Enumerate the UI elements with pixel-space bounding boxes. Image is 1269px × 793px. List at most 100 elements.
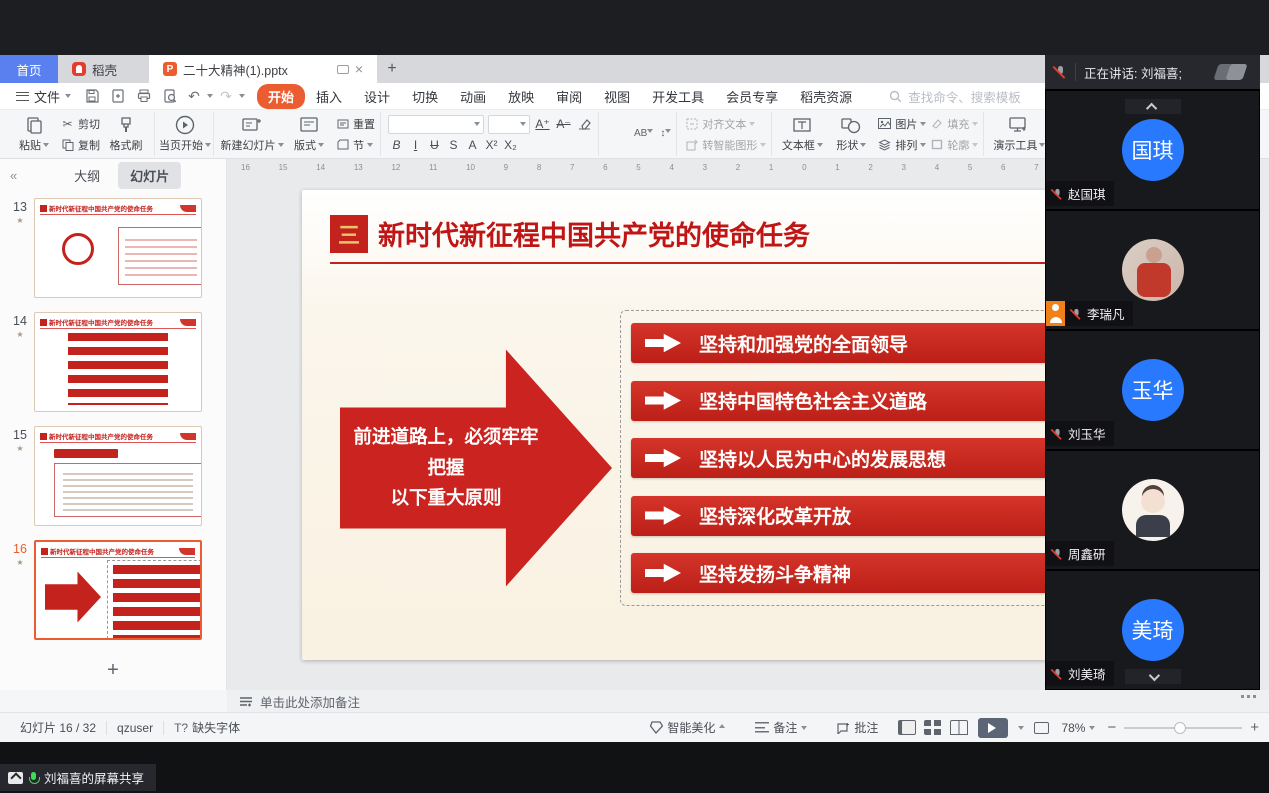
slide-sorter-view-button[interactable] [924, 720, 942, 735]
ribbon-tab[interactable]: 开始 [257, 84, 305, 109]
zoom-in-button[interactable]: + [1250, 719, 1259, 736]
tab-document[interactable]: P 二十大精神(1).pptx × [149, 55, 377, 83]
close-tab-icon[interactable]: × [355, 61, 363, 77]
clear-format-button[interactable] [576, 116, 593, 133]
cut-button[interactable]: ✂剪切 [60, 115, 100, 133]
font-style-button[interactable]: U [426, 137, 443, 154]
slideshow-play-button[interactable] [978, 718, 1008, 738]
missing-font-warning[interactable]: T? 缺失字体 [164, 719, 250, 736]
ribbon-tab[interactable]: 设计 [353, 84, 401, 109]
mic-muted-icon[interactable] [1053, 65, 1067, 79]
fill-button[interactable]: 填充 [929, 115, 978, 133]
toolbar-options-icon[interactable] [239, 94, 245, 101]
principles-box[interactable]: 坚持和加强党的全面领导 坚持中国特色社会主义道路 坚持以人民为中心的发展思想 [620, 310, 1102, 606]
save-button[interactable] [81, 86, 103, 106]
new-slide-button[interactable]: 新建幻灯片 [221, 115, 283, 153]
principle-bar[interactable]: 坚持以人民为中心的发展思想 [631, 438, 1091, 478]
normal-view-button[interactable] [898, 720, 916, 735]
ribbon-tab[interactable]: 审阅 [545, 84, 593, 109]
add-slide-button[interactable]: + [0, 659, 226, 682]
tab-slides[interactable]: 幻灯片 [118, 162, 181, 189]
arrange-button[interactable]: 排列 [877, 136, 926, 154]
present-mode-icon[interactable] [337, 65, 349, 74]
slide-title-block[interactable]: 三 新时代新征程中国共产党的使命任务 [330, 214, 1113, 253]
tab-outline[interactable]: 大纲 [62, 162, 112, 189]
tab-docer[interactable]: 稻壳 [58, 55, 131, 83]
tab-home[interactable]: 首页 [0, 55, 58, 83]
zoom-out-button[interactable]: − [1107, 719, 1116, 736]
notes-toggle-button[interactable]: 备注 [745, 719, 817, 736]
participant-tile[interactable]: 周鑫研 [1045, 450, 1260, 570]
ribbon-tab[interactable]: 插入 [305, 84, 353, 109]
participant-tile[interactable]: 国琪 赵国琪 [1045, 90, 1260, 210]
slide-thumbnail[interactable]: 16★ 新时代新征程中国共产党的使命任务 [6, 540, 220, 640]
file-menu-button[interactable]: 文件 [10, 87, 77, 106]
ribbon-tab[interactable]: 视图 [593, 84, 641, 109]
participant-tile[interactable]: 玉华 刘玉华 [1045, 330, 1260, 450]
font-style-button[interactable]: I [407, 137, 424, 154]
resize-grip[interactable] [1241, 695, 1256, 698]
slide-thumbnail[interactable]: 14★ 新时代新征程中国共产党的使命任务 [6, 312, 220, 412]
principle-bar[interactable]: 坚持中国特色社会主义道路 [631, 381, 1091, 421]
text-direction-button[interactable]: AB [634, 126, 653, 139]
text-box-button[interactable]: 文本框 [779, 115, 825, 153]
ribbon-tab[interactable]: 会员专享 [715, 84, 789, 109]
print-button[interactable] [133, 86, 155, 106]
font-style-button[interactable]: X₂ [502, 137, 519, 154]
slide-thumbnail[interactable]: 15★ 新时代新征程中国共产党的使命任务 [6, 426, 220, 526]
font-family-select[interactable] [388, 115, 484, 134]
ribbon-tab[interactable]: 放映 [497, 84, 545, 109]
participant-tile[interactable]: 李瑞凡 [1045, 210, 1260, 330]
zoom-level[interactable]: 78% [1059, 721, 1097, 735]
principle-bar[interactable]: 坚持发扬斗争精神 [631, 553, 1091, 593]
principle-bar[interactable]: 坚持和加强党的全面领导 [631, 323, 1091, 363]
command-search[interactable]: 查找命令、搜索模板 [889, 87, 1021, 106]
new-tab-button[interactable]: + [377, 55, 407, 83]
paste-button[interactable]: 粘贴 [11, 115, 57, 153]
zoom-slider-knob[interactable] [1174, 722, 1186, 734]
user-name[interactable]: qzuser [107, 721, 163, 735]
slide-canvas[interactable]: 三 新时代新征程中国共产党的使命任务 前进道路上，必须牢牢把握 以下重大原则 坚… [302, 190, 1137, 660]
font-style-button[interactable]: A [464, 137, 481, 154]
format-painter-button[interactable]: 格式刷 [103, 115, 149, 153]
outline-button[interactable]: 轮廓 [929, 136, 978, 154]
ribbon-tab[interactable]: 开发工具 [641, 84, 715, 109]
ribbon-tab[interactable]: 切换 [401, 84, 449, 109]
collapse-panel-button[interactable]: « [10, 168, 17, 183]
to-smart-graphic-button[interactable]: 转智能图形 [684, 136, 766, 154]
ribbon-tab[interactable]: 稻壳资源 [789, 84, 863, 109]
principle-bar[interactable]: 坚持深化改革开放 [631, 496, 1091, 536]
print-preview-button[interactable] [159, 86, 181, 106]
section-button[interactable]: 节 [335, 136, 375, 154]
export-pdf-button[interactable] [107, 86, 129, 106]
line-spacing-button[interactable]: ↕ [660, 126, 671, 139]
layout-button[interactable]: 版式 [286, 115, 332, 153]
comments-button[interactable]: 批注 [827, 719, 888, 736]
font-style-button[interactable]: S [445, 137, 462, 154]
font-style-button[interactable]: B [388, 137, 405, 154]
shrink-font-button[interactable]: A⁻ [555, 116, 572, 133]
undo-dropdown-icon[interactable] [207, 94, 213, 101]
ribbon-tab[interactable]: 动画 [449, 84, 497, 109]
reading-view-button[interactable] [950, 720, 968, 735]
redo-button[interactable]: ↷ [217, 88, 235, 105]
present-tools-button[interactable]: 演示工具 [991, 115, 1047, 153]
collapse-strip-button[interactable] [1125, 99, 1181, 114]
screen-share-badge[interactable]: 刘福喜的屏幕共享 [0, 764, 156, 791]
align-text-button[interactable]: 对齐文本 [684, 115, 766, 133]
shapes-button[interactable]: 形状 [828, 115, 874, 153]
undo-button[interactable]: ↶ [185, 88, 203, 105]
collapse-strip-button[interactable] [1125, 669, 1181, 684]
notes-bar[interactable]: 单击此处添加备注 [227, 690, 1269, 712]
reset-button[interactable]: 重置 [335, 115, 375, 133]
smart-beautify-button[interactable]: 智能美化 [639, 719, 735, 736]
play-options-icon[interactable] [1018, 726, 1024, 733]
slide-thumbnail[interactable]: 13★ 新时代新征程中国共产党的使命任务 [6, 198, 220, 298]
fit-to-window-button[interactable] [1034, 722, 1049, 734]
picture-button[interactable]: 图片 [877, 115, 926, 133]
grow-font-button[interactable]: A⁺ [534, 116, 551, 133]
play-from-page-button[interactable]: 当页开始 [162, 115, 208, 153]
font-style-button[interactable]: X² [483, 137, 500, 154]
font-size-select[interactable] [488, 115, 530, 134]
participant-tile[interactable]: 美琦 刘美琦 [1045, 570, 1260, 690]
